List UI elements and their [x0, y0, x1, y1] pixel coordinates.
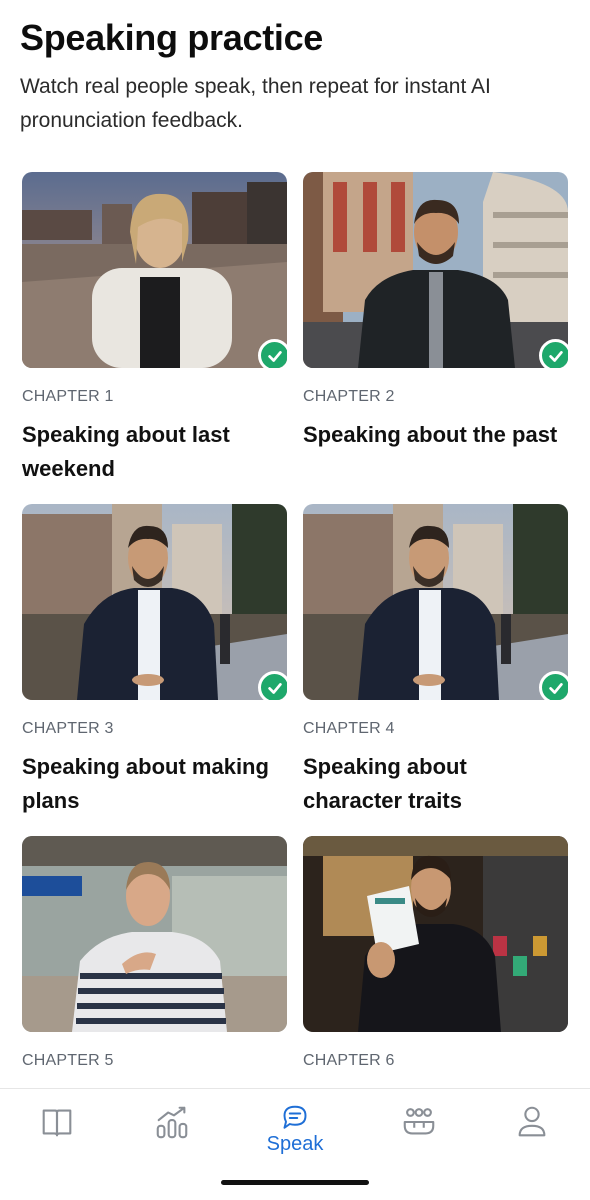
page-subtitle: Watch real people speak, then repeat for… [20, 75, 491, 132]
chart-icon [156, 1106, 188, 1139]
user-icon [518, 1106, 546, 1137]
chapter-thumbnail-4[interactable] [303, 504, 568, 700]
chapter-card-2[interactable]: CHAPTER 2 Speaking about the past [303, 172, 568, 452]
page-title: Speaking practice [20, 17, 324, 58]
chapter-thumbnail-6[interactable] [303, 836, 568, 1032]
chapter-number: CHAPTER 6 [303, 1052, 395, 1069]
video-thumbnail-image [22, 172, 287, 368]
chapter-thumbnail-5[interactable] [22, 836, 287, 1032]
chapter-number: CHAPTER 5 [22, 1052, 114, 1069]
tab-speak[interactable]: Speak [255, 1103, 335, 1163]
completed-check-icon [539, 671, 568, 700]
chapter-card-5[interactable]: CHAPTER 5 [22, 836, 287, 1082]
video-thumbnail-image [303, 836, 568, 1032]
tab-speak-label: Speak [266, 1133, 324, 1155]
chapter-thumbnail-1[interactable] [22, 172, 287, 368]
video-thumbnail-image [303, 172, 568, 368]
page-header: Speaking practice Watch real people spea… [20, 16, 570, 138]
chapter-title: Speaking about making plans [22, 754, 269, 813]
chapter-card-4[interactable]: CHAPTER 4 Speaking about character trait… [303, 504, 568, 818]
chapter-title: Speaking about character traits [303, 754, 467, 813]
chapter-thumbnail-3[interactable] [22, 504, 287, 700]
chapter-number: CHAPTER 2 [303, 388, 395, 405]
tab-community[interactable] [379, 1103, 459, 1163]
book-icon [42, 1109, 72, 1137]
chapter-title: Speaking about last weekend [22, 422, 230, 481]
chapter-title: Speaking about the past [303, 422, 558, 447]
chapter-grid: CHAPTER 1 Speaking about last weekend CH… [22, 172, 568, 1088]
tab-library[interactable] [17, 1103, 97, 1163]
chapter-card-6[interactable]: CHAPTER 6 [303, 836, 568, 1082]
chapter-number: CHAPTER 4 [303, 720, 395, 737]
chapter-number: CHAPTER 1 [22, 388, 114, 405]
chapter-card-3[interactable]: CHAPTER 3 Speaking about making plans [22, 504, 287, 818]
chat-icon [283, 1105, 307, 1129]
tab-profile[interactable] [492, 1103, 572, 1163]
home-indicator[interactable] [221, 1180, 369, 1185]
chapter-number: CHAPTER 3 [22, 720, 114, 737]
completed-check-icon [258, 671, 287, 700]
tab-progress[interactable] [132, 1103, 212, 1163]
video-thumbnail-image [22, 836, 287, 1032]
video-thumbnail-image [303, 504, 568, 700]
people-icon [403, 1108, 435, 1135]
chapter-thumbnail-2[interactable] [303, 172, 568, 368]
video-thumbnail-image [22, 504, 287, 700]
completed-check-icon [258, 339, 287, 368]
completed-check-icon [539, 339, 568, 368]
chapter-card-1[interactable]: CHAPTER 1 Speaking about last weekend [22, 172, 287, 486]
